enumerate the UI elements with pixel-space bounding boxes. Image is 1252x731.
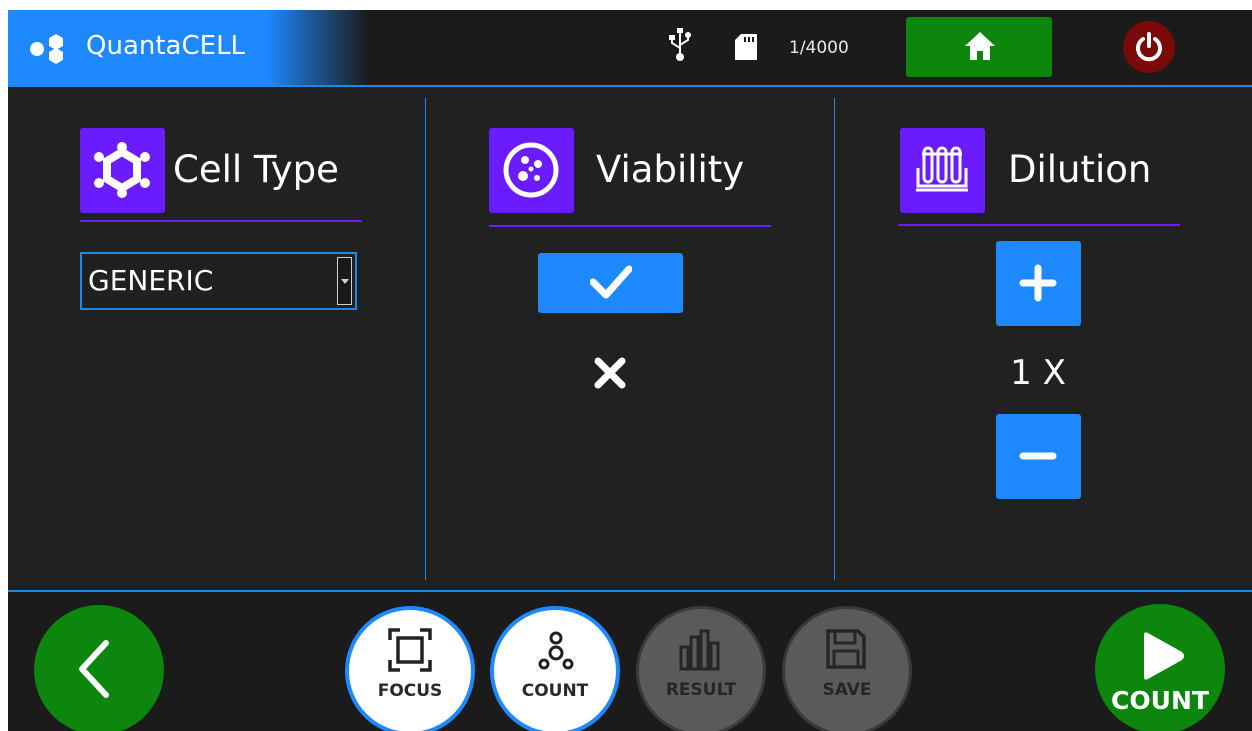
panel-divider [834, 98, 835, 580]
sd-card-icon [735, 34, 757, 60]
nav-result-button[interactable]: RESULT [636, 606, 766, 731]
select-dropdown-handle[interactable] [337, 257, 352, 305]
power-button[interactable] [1123, 21, 1175, 73]
nav-result-label: RESULT [665, 680, 737, 700]
dilution-header-icon-box [900, 128, 985, 213]
back-button[interactable] [34, 605, 164, 731]
cell-type-value: GENERIC [88, 264, 214, 297]
start-count-label: COUNT [1111, 686, 1209, 715]
top-bar: QuantaCELL 1/4000 [8, 10, 1252, 87]
cell-type-title: Cell Type [173, 148, 339, 191]
chevron-down-icon [341, 279, 349, 284]
cell-type-header-icon-box [80, 128, 165, 213]
viability-on-button[interactable] [538, 253, 683, 313]
floppy-disk-icon [826, 629, 866, 669]
nav-focus-label: FOCUS [377, 681, 443, 701]
dilution-decrease-button[interactable] [996, 414, 1081, 499]
cell-type-underline [80, 220, 362, 222]
dilution-underline [898, 224, 1180, 226]
nav-save-button[interactable]: SAVE [782, 606, 912, 731]
checkmark-icon [590, 265, 632, 299]
bottom-bar: FOCUS COUNT RESULT SAVE COUNT [8, 590, 1252, 731]
nav-count-button[interactable]: COUNT [490, 606, 620, 731]
brand-area: QuantaCELL [8, 10, 368, 85]
power-icon [1136, 32, 1162, 62]
nav-count-label: COUNT [521, 681, 589, 701]
play-icon [1144, 632, 1184, 680]
app-name: QuantaCELL [86, 31, 246, 61]
device-screen: QuantaCELL 1/4000 Cell Type GENERIC Viab… [8, 10, 1252, 731]
plus-icon [1019, 264, 1057, 302]
cell-type-select[interactable]: GENERIC [80, 252, 357, 310]
start-count-button[interactable]: COUNT [1095, 604, 1225, 731]
dilution-title: Dilution [1008, 148, 1152, 191]
bar-chart-icon [679, 629, 720, 671]
minus-icon [1019, 452, 1057, 460]
home-button[interactable] [906, 17, 1052, 77]
logo-icon [30, 34, 63, 64]
test-tubes-icon [916, 146, 968, 192]
dilution-value: 1 X [1010, 353, 1066, 393]
viability-title: Viability [596, 148, 745, 191]
storage-count: 1/4000 [789, 38, 849, 58]
x-icon[interactable] [593, 356, 627, 390]
dilution-increase-button[interactable] [996, 241, 1081, 326]
cells-icon [538, 631, 574, 670]
nav-save-label: SAVE [822, 680, 872, 700]
home-icon [965, 32, 995, 60]
nav-focus-button[interactable]: FOCUS [345, 606, 475, 731]
petri-dish-icon [503, 142, 559, 198]
focus-frame-icon [388, 628, 432, 672]
panel-divider [425, 98, 426, 580]
viability-underline [489, 225, 771, 227]
cell-hexagon-icon [94, 142, 150, 198]
viability-header-icon-box [489, 128, 574, 213]
chevron-left-icon [79, 640, 109, 698]
usb-icon [669, 28, 691, 61]
